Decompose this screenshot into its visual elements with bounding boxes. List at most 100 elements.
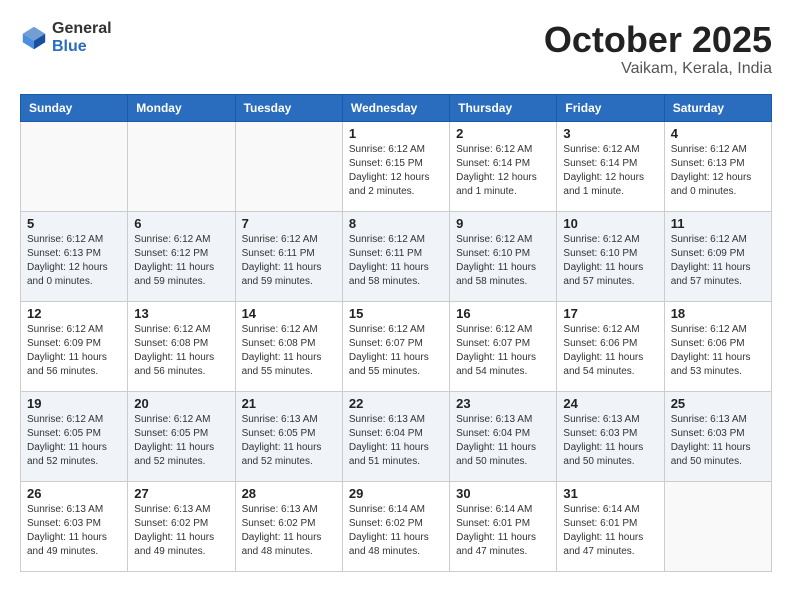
day-info: Sunrise: 6:13 AMSunset: 6:02 PMDaylight:… <box>242 503 336 559</box>
day-number: 22 <box>349 396 443 411</box>
day-info: Sunrise: 6:14 AMSunset: 6:01 PMDaylight:… <box>456 503 550 559</box>
calendar-cell: 7Sunrise: 6:12 AMSunset: 6:11 PMDaylight… <box>235 211 342 301</box>
calendar-cell <box>21 121 128 211</box>
day-info: Sunrise: 6:12 AMSunset: 6:06 PMDaylight:… <box>563 323 657 379</box>
page-header: General Blue October 2025 Vaikam, Kerala… <box>20 20 772 78</box>
calendar-cell: 22 Sunrise: 6:13 AMSunset: 6:04 PMDayligh… <box>342 391 449 481</box>
day-number: 1 <box>349 126 443 141</box>
day-number: 2 <box>456 126 550 141</box>
day-number: 8 <box>349 216 443 231</box>
day-number: 17 <box>563 306 657 321</box>
calendar-cell <box>235 121 342 211</box>
day-info: Sunrise: 6:12 AMSunset: 6:14 PMDaylight:… <box>456 143 550 199</box>
day-number: 5 <box>27 216 121 231</box>
location: Vaikam, Kerala, India <box>544 60 772 78</box>
day-info: Sunrise: 6:12 AMSunset: 6:09 PMDaylight:… <box>27 323 121 379</box>
calendar-cell: 29Sunrise: 6:14 AMSunset: 6:02 PMDayligh… <box>342 481 449 571</box>
day-info: Sunrise: 6:12 AMSunset: 6:12 PMDaylight:… <box>134 233 228 289</box>
calendar-cell <box>128 121 235 211</box>
day-info: Sunrise: 6:12 AMSunset: 6:13 PMDaylight:… <box>27 233 121 289</box>
day-number: 21 <box>242 396 336 411</box>
day-info: Sunrise: 6:12 AMSunset: 6:08 PMDaylight:… <box>134 323 228 379</box>
day-info: Sunrise: 6:12 AMSunset: 6:06 PMDaylight:… <box>671 323 765 379</box>
day-info: Sunrise: 6:12 AMSunset: 6:10 PMDaylight:… <box>563 233 657 289</box>
calendar-header-sunday: Sunday <box>21 94 128 121</box>
calendar-cell: 24 Sunrise: 6:13 AMSunset: 6:03 PMDayligh… <box>557 391 664 481</box>
logo: General Blue <box>20 20 112 55</box>
day-number: 9 <box>456 216 550 231</box>
calendar-cell: 6 Sunrise: 6:12 AMSunset: 6:12 PMDaylight… <box>128 211 235 301</box>
day-info: Sunrise: 6:13 AMSunset: 6:02 PMDaylight:… <box>134 503 228 559</box>
calendar-week-row: 26Sunrise: 6:13 AMSunset: 6:03 PMDayligh… <box>21 481 772 571</box>
day-number: 13 <box>134 306 228 321</box>
calendar-cell: 17 Sunrise: 6:12 AMSunset: 6:06 PMDayligh… <box>557 301 664 391</box>
day-info: Sunrise: 6:13 AMSunset: 6:05 PMDaylight:… <box>242 413 336 469</box>
calendar-body: 1 Sunrise: 6:12 AMSunset: 6:15 PMDaylight… <box>21 121 772 571</box>
calendar-cell: 23 Sunrise: 6:13 AMSunset: 6:04 PMDayligh… <box>450 391 557 481</box>
title-section: October 2025 Vaikam, Kerala, India <box>544 20 772 78</box>
calendar-cell: 14Sunrise: 6:12 AMSunset: 6:08 PMDayligh… <box>235 301 342 391</box>
calendar-table: SundayMondayTuesdayWednesdayThursdayFrid… <box>20 94 772 572</box>
day-number: 19 <box>27 396 121 411</box>
calendar-cell: 28 Sunrise: 6:13 AMSunset: 6:02 PMDayligh… <box>235 481 342 571</box>
day-number: 20 <box>134 396 228 411</box>
calendar-cell: 16Sunrise: 6:12 AMSunset: 6:07 PMDayligh… <box>450 301 557 391</box>
day-number: 31 <box>563 486 657 501</box>
calendar-cell: 27 Sunrise: 6:13 AMSunset: 6:02 PMDayligh… <box>128 481 235 571</box>
day-info: Sunrise: 6:12 AMSunset: 6:10 PMDaylight:… <box>456 233 550 289</box>
calendar-header-thursday: Thursday <box>450 94 557 121</box>
day-info: Sunrise: 6:13 AMSunset: 6:03 PMDaylight:… <box>563 413 657 469</box>
day-info: Sunrise: 6:12 AMSunset: 6:08 PMDaylight:… <box>242 323 336 379</box>
day-number: 3 <box>563 126 657 141</box>
day-number: 23 <box>456 396 550 411</box>
calendar-week-row: 1 Sunrise: 6:12 AMSunset: 6:15 PMDaylight… <box>21 121 772 211</box>
day-number: 24 <box>563 396 657 411</box>
logo-blue-text: Blue <box>52 38 112 56</box>
calendar-header-tuesday: Tuesday <box>235 94 342 121</box>
day-info: Sunrise: 6:13 AMSunset: 6:04 PMDaylight:… <box>349 413 443 469</box>
day-number: 27 <box>134 486 228 501</box>
calendar-cell: 18 Sunrise: 6:12 AMSunset: 6:06 PMDayligh… <box>664 301 771 391</box>
calendar-cell: 4 Sunrise: 6:12 AMSunset: 6:13 PMDaylight… <box>664 121 771 211</box>
calendar-cell: 11Sunrise: 6:12 AMSunset: 6:09 PMDayligh… <box>664 211 771 301</box>
calendar-cell: 30 Sunrise: 6:14 AMSunset: 6:01 PMDayligh… <box>450 481 557 571</box>
calendar-week-row: 19 Sunrise: 6:12 AMSunset: 6:05 PMDayligh… <box>21 391 772 481</box>
day-info: Sunrise: 6:12 AMSunset: 6:07 PMDaylight:… <box>349 323 443 379</box>
calendar-cell: 12 Sunrise: 6:12 AMSunset: 6:09 PMDayligh… <box>21 301 128 391</box>
day-number: 7 <box>242 216 336 231</box>
day-number: 30 <box>456 486 550 501</box>
calendar-header-monday: Monday <box>128 94 235 121</box>
calendar-cell: 10 Sunrise: 6:12 AMSunset: 6:10 PMDayligh… <box>557 211 664 301</box>
calendar-cell: 5 Sunrise: 6:12 AMSunset: 6:13 PMDaylight… <box>21 211 128 301</box>
logo-text: General Blue <box>52 20 112 55</box>
day-info: Sunrise: 6:12 AMSunset: 6:15 PMDaylight:… <box>349 143 443 199</box>
day-number: 10 <box>563 216 657 231</box>
day-number: 12 <box>27 306 121 321</box>
day-number: 15 <box>349 306 443 321</box>
calendar-cell <box>664 481 771 571</box>
day-number: 26 <box>27 486 121 501</box>
day-number: 4 <box>671 126 765 141</box>
day-number: 18 <box>671 306 765 321</box>
day-info: Sunrise: 6:13 AMSunset: 6:03 PMDaylight:… <box>671 413 765 469</box>
day-info: Sunrise: 6:12 AMSunset: 6:11 PMDaylight:… <box>349 233 443 289</box>
day-number: 28 <box>242 486 336 501</box>
day-info: Sunrise: 6:13 AMSunset: 6:04 PMDaylight:… <box>456 413 550 469</box>
calendar-cell: 13 Sunrise: 6:12 AMSunset: 6:08 PMDayligh… <box>128 301 235 391</box>
calendar-cell: 15 Sunrise: 6:12 AMSunset: 6:07 PMDayligh… <box>342 301 449 391</box>
day-info: Sunrise: 6:12 AMSunset: 6:07 PMDaylight:… <box>456 323 550 379</box>
day-info: Sunrise: 6:12 AMSunset: 6:13 PMDaylight:… <box>671 143 765 199</box>
day-info: Sunrise: 6:12 AMSunset: 6:05 PMDaylight:… <box>27 413 121 469</box>
month-title: October 2025 <box>544 20 772 60</box>
calendar-cell: 3Sunrise: 6:12 AMSunset: 6:14 PMDaylight… <box>557 121 664 211</box>
calendar-header-row: SundayMondayTuesdayWednesdayThursdayFrid… <box>21 94 772 121</box>
day-number: 6 <box>134 216 228 231</box>
day-info: Sunrise: 6:12 AMSunset: 6:09 PMDaylight:… <box>671 233 765 289</box>
day-number: 29 <box>349 486 443 501</box>
calendar-header-saturday: Saturday <box>664 94 771 121</box>
day-info: Sunrise: 6:12 AMSunset: 6:05 PMDaylight:… <box>134 413 228 469</box>
calendar-header-wednesday: Wednesday <box>342 94 449 121</box>
calendar-week-row: 5 Sunrise: 6:12 AMSunset: 6:13 PMDaylight… <box>21 211 772 301</box>
calendar-cell: 2 Sunrise: 6:12 AMSunset: 6:14 PMDaylight… <box>450 121 557 211</box>
calendar-week-row: 12 Sunrise: 6:12 AMSunset: 6:09 PMDayligh… <box>21 301 772 391</box>
